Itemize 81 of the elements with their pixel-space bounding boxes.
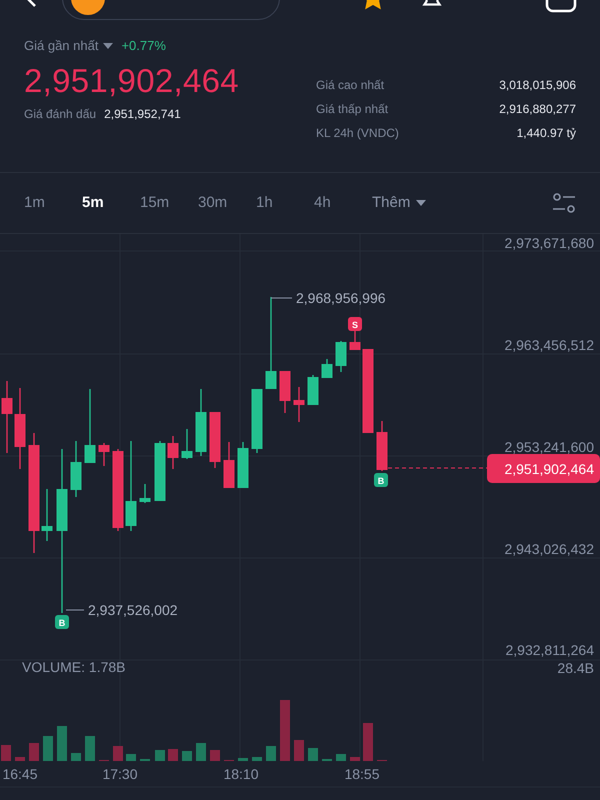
sell-marker: S [348, 317, 362, 331]
volume-bar [280, 700, 290, 761]
timeframe-tab[interactable]: 5m [82, 192, 140, 214]
candle [154, 441, 166, 501]
buy-marker: B [374, 473, 388, 487]
candle [280, 371, 290, 413]
candle [376, 421, 388, 471]
price-axis-label: 2,943,026,432 [504, 541, 594, 557]
buy-marker: B [55, 615, 69, 629]
volume-bar [266, 746, 276, 761]
volume-bar [210, 750, 220, 761]
current-price-tag: 2,951,902,464 [487, 454, 600, 483]
volume-bar [1, 745, 11, 761]
volume-bar [336, 754, 346, 761]
price-axis-label: 2,953,241,600 [504, 439, 594, 455]
candle [322, 359, 332, 378]
timeframe-tab[interactable]: 15m [140, 192, 198, 214]
candle [350, 331, 360, 350]
volume-bar [57, 726, 67, 761]
caret-icon[interactable] [103, 42, 114, 49]
candle [252, 389, 262, 453]
timeframe-tab[interactable]: 1h [256, 192, 314, 214]
time-axis-label: 17:30 [102, 766, 138, 782]
price-axis-label: 2,932,811,264 [506, 642, 594, 658]
stat-label: Giá cao nhất [316, 77, 384, 94]
candle [224, 442, 234, 488]
volume-bar [71, 753, 81, 761]
volume-bar [363, 723, 373, 761]
low-price-label: 2,937,526,002 [88, 602, 178, 618]
price-axis-label: 2,973,671,680 [504, 235, 594, 251]
time-axis-label: 16:45 [2, 766, 38, 782]
candle [2, 381, 12, 453]
last-price: 2,951,902,464 [24, 64, 239, 96]
timeframe-tab[interactable]: 30m [198, 192, 256, 214]
mark-price: 2,951,952,741 [104, 106, 181, 122]
volume-bar [29, 743, 39, 761]
candle [294, 387, 304, 422]
stat-value: 1,440.97 tỷ [516, 125, 576, 142]
candle [196, 389, 206, 456]
volume-bar [308, 748, 318, 761]
stat-value: 2,916,880,277 [499, 101, 576, 118]
settings-icon[interactable] [552, 192, 576, 214]
volume-bar [252, 757, 262, 761]
stat-value: 3,018,015,906 [499, 77, 576, 94]
stat-label: Giá thấp nhất [316, 101, 388, 118]
candle [42, 489, 52, 541]
timeframe-tab[interactable]: 4h [314, 192, 372, 214]
volume-bar [15, 757, 25, 761]
volume-bar [294, 740, 304, 761]
price-type-label[interactable]: Giá gần nhất [24, 36, 98, 56]
change-percent: +0.77% [121, 37, 166, 55]
volume-bar [168, 749, 178, 761]
volume-bar [350, 757, 360, 761]
caret-icon [416, 200, 426, 206]
volume-bar [238, 758, 248, 761]
high-price-label: 2,968,956,996 [296, 290, 386, 306]
volume-bar [155, 750, 165, 761]
candle [70, 441, 82, 497]
price-axis-label: 2,963,456,512 [504, 337, 594, 353]
volume-bar [182, 751, 192, 761]
candle [238, 442, 248, 488]
time-axis-label: 18:55 [344, 766, 380, 782]
volume-max-label: 28.4B [557, 660, 594, 676]
volume-bar [43, 736, 53, 761]
stat-label: KL 24h (VNDC) [316, 125, 399, 142]
volume-bar [85, 736, 95, 761]
candle [336, 341, 346, 372]
candle [140, 484, 150, 503]
volume-bar [126, 754, 136, 761]
candle [210, 412, 220, 468]
volume-bar [113, 746, 123, 761]
volume-label: VOLUME: 1.78B [22, 659, 126, 675]
time-axis-label: 18:10 [223, 766, 259, 782]
mark-price-label: Giá đánh dấu [24, 106, 96, 122]
candle [182, 429, 192, 459]
candle [168, 436, 178, 469]
more-dropdown[interactable]: Thêm [372, 192, 426, 214]
candle [98, 443, 110, 466]
timeframe-tab[interactable]: 1m [24, 192, 82, 214]
volume-bar [196, 743, 206, 761]
candle [308, 375, 318, 405]
